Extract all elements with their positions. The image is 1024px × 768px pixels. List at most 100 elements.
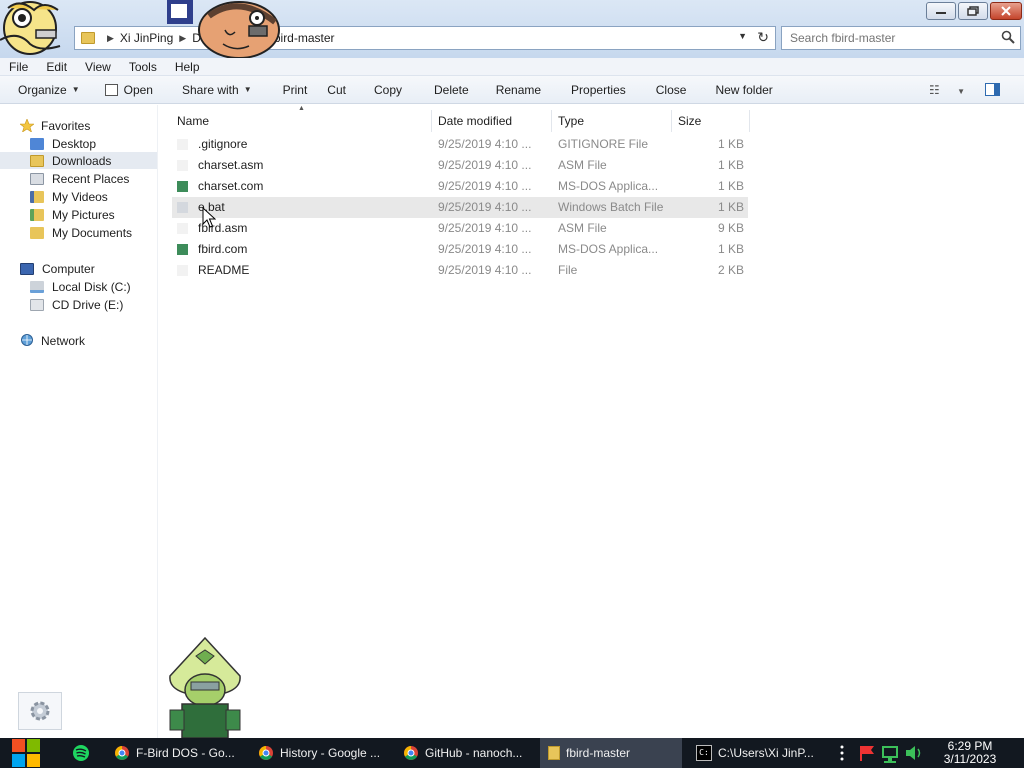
start-button-windows-icon[interactable] [10, 738, 42, 768]
file-date-modified: 9/25/2019 4:10 ... [438, 221, 532, 235]
batch-file-gear-icon [177, 202, 188, 213]
search-icon[interactable] [1001, 30, 1015, 44]
taskbar-item-label: C:\Users\Xi JinP... [718, 746, 814, 760]
file-name: README [198, 263, 250, 277]
column-header-name[interactable]: Name [173, 110, 432, 132]
file-row-charset-com[interactable]: charset.com 9/25/2019 4:10 ... MS-DOS Ap… [172, 176, 748, 197]
file-row-fbird-com[interactable]: fbird.com 9/25/2019 4:10 ... MS-DOS Appl… [172, 239, 748, 260]
nav-item-label: My Documents [52, 225, 133, 240]
cartoon-face-sticker [167, 0, 280, 59]
file-row-e-bat[interactable]: e.bat 9/25/2019 4:10 ... Windows Batch F… [172, 197, 748, 218]
file-type: File [558, 263, 578, 277]
nav-item-downloads[interactable]: Downloads [0, 152, 157, 169]
close-window-button[interactable] [990, 2, 1022, 20]
chevron-down-icon: ▼ [243, 85, 252, 94]
share-with-button[interactable]: Share with ▼ [164, 83, 263, 97]
file-icon [177, 223, 188, 234]
menu-edit[interactable]: Edit [37, 60, 76, 74]
network-status-icon[interactable] [882, 746, 898, 763]
cut-button[interactable]: Cut [318, 83, 357, 97]
nav-favorites[interactable]: Favorites [20, 117, 90, 134]
nav-item-cd-drive[interactable]: CD Drive (E:) [30, 296, 123, 313]
search-input[interactable] [782, 31, 992, 45]
taskbar-clock[interactable]: 6:29 PM 3/11/2023 [928, 740, 1012, 766]
file-row-gitignore[interactable]: .gitignore 9/25/2019 4:10 ... GITIGNORE … [172, 134, 748, 155]
file-size: 1 KB [717, 200, 744, 214]
preview-pane-button[interactable] [985, 83, 1000, 96]
delete-button[interactable]: Delete [413, 83, 480, 97]
menu-tools[interactable]: Tools [120, 60, 166, 74]
dos-application-icon [177, 244, 188, 255]
nav-network-label: Network [41, 333, 86, 348]
nav-item-label: Downloads [52, 153, 112, 168]
file-row-fbird-asm[interactable]: fbird.asm 9/25/2019 4:10 ... ASM File 9 … [172, 218, 748, 239]
file-name: charset.com [198, 179, 264, 193]
folder-icon [81, 32, 95, 44]
close-icon [1001, 6, 1011, 16]
clock-date: 3/11/2023 [943, 752, 997, 766]
system-tray [840, 745, 921, 763]
folder-icon [548, 746, 560, 760]
menu-help[interactable]: Help [166, 60, 209, 74]
documents-folder-icon [30, 226, 44, 239]
nav-item-label: My Pictures [52, 207, 115, 222]
file-row-charset-asm[interactable]: charset.asm 9/25/2019 4:10 ... ASM File … [172, 155, 748, 176]
window-titlebar: ▶ Xi JinPing ▶ Downloads ▶ fbird-master … [0, 0, 1024, 59]
file-date-modified: 9/25/2019 4:10 ... [438, 158, 532, 172]
search-box[interactable] [781, 26, 1021, 50]
close-button[interactable]: Close [637, 83, 698, 97]
minimize-icon [936, 12, 946, 14]
action-center-flag-icon[interactable] [860, 746, 874, 761]
taskbar: F-Bird DOS - Go... History - Google ... … [0, 738, 1024, 768]
chrome-icon [115, 746, 129, 760]
navigation-pane: Favorites Desktop Downloads Recent Place… [0, 105, 158, 738]
menu-file[interactable]: File [0, 60, 37, 74]
new-folder-button[interactable]: New folder [697, 83, 783, 97]
taskbar-item-label: F-Bird DOS - Go... [136, 746, 235, 760]
chrome-icon [404, 746, 418, 760]
nav-network[interactable]: Network [20, 332, 85, 349]
volume-icon[interactable] [906, 746, 921, 760]
cartoon-character-sticker [169, 636, 241, 738]
properties-button[interactable]: Properties [552, 83, 637, 97]
nav-item-label: Desktop [52, 136, 97, 151]
taskbar-item-command-prompt[interactable]: C: C:\Users\Xi JinP... [688, 738, 830, 768]
file-size: 1 KB [717, 242, 744, 256]
file-size: 9 KB [717, 221, 744, 235]
file-icon [177, 139, 188, 150]
copy-button[interactable]: Copy [357, 83, 413, 97]
nav-item-local-disk[interactable]: Local Disk (C:) [30, 278, 131, 295]
taskbar-item-explorer-fbird-master[interactable]: fbird-master [540, 738, 682, 768]
show-hidden-icons-icon[interactable] [840, 745, 844, 761]
taskbar-item-chrome-github[interactable]: GitHub - nanoch... [395, 738, 533, 768]
rename-button[interactable]: Rename [480, 83, 552, 97]
nav-item-my-pictures[interactable]: My Pictures [30, 206, 115, 223]
menu-view[interactable]: View [76, 60, 120, 74]
print-button[interactable]: Print [263, 83, 319, 97]
refresh-icon[interactable]: ↻ [757, 29, 769, 46]
nav-computer[interactable]: Computer [20, 260, 95, 277]
taskbar-item-chrome-history[interactable]: History - Google ... [250, 738, 388, 768]
open-button[interactable]: Open [91, 83, 164, 97]
spotify-icon[interactable] [66, 738, 96, 768]
nav-item-recent-places[interactable]: Recent Places [30, 170, 129, 187]
change-view-button[interactable]: ☷ ▼ [929, 83, 965, 97]
nav-item-desktop[interactable]: Desktop [30, 135, 96, 152]
organize-button[interactable]: Organize ▼ [0, 83, 91, 97]
column-header-type[interactable]: Type [554, 110, 672, 132]
column-header-size[interactable]: Size [674, 110, 750, 132]
minimize-button[interactable] [926, 2, 956, 20]
address-history-dropdown-icon[interactable]: ▼ [738, 31, 747, 41]
dos-application-icon [177, 181, 188, 192]
desktop-gadget[interactable] [18, 692, 62, 730]
taskbar-item-chrome-fbird[interactable]: F-Bird DOS - Go... [106, 738, 244, 768]
column-header-date-modified[interactable]: Date modified [434, 110, 552, 132]
file-name: charset.asm [198, 158, 264, 172]
nav-item-my-documents[interactable]: My Documents [30, 224, 132, 241]
nav-item-my-videos[interactable]: My Videos [30, 188, 108, 205]
file-row-readme[interactable]: README 9/25/2019 4:10 ... File 2 KB [172, 260, 748, 281]
restore-button[interactable] [958, 2, 988, 20]
downloads-folder-icon [30, 154, 44, 167]
computer-icon [20, 262, 34, 275]
file-type: ASM File [558, 158, 607, 172]
